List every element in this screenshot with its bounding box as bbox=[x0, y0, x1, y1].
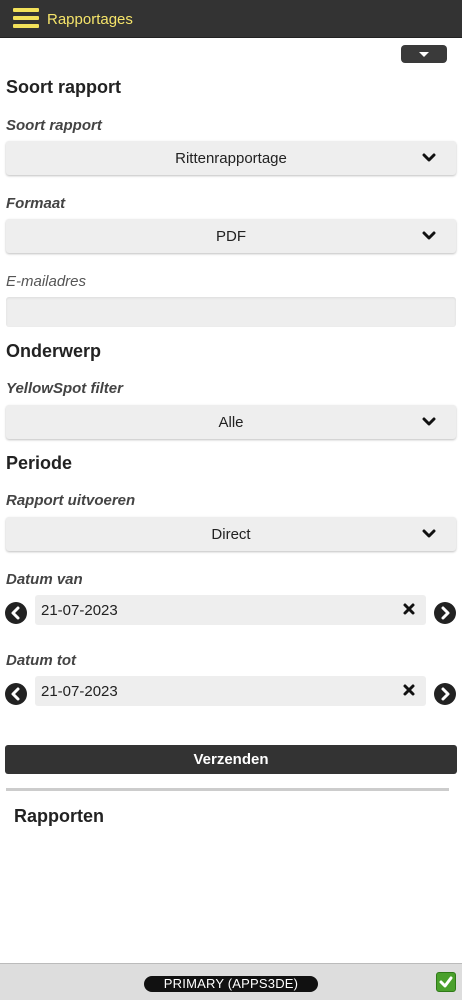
date-from-value: 21-07-2023 bbox=[41, 602, 118, 619]
date-to-field[interactable]: 21-07-2023 bbox=[35, 676, 426, 706]
yellowspot-filter-label: YellowSpot filter bbox=[6, 380, 123, 397]
email-label: E-mailadres bbox=[6, 273, 87, 290]
date-from-prev-button[interactable] bbox=[5, 602, 27, 624]
date-to-next-button[interactable] bbox=[434, 683, 456, 705]
reports-heading: Rapporten bbox=[14, 806, 104, 826]
yellowspot-filter-value: Alle bbox=[218, 414, 244, 431]
check-icon bbox=[436, 972, 456, 992]
chevron-down-icon bbox=[422, 529, 436, 538]
report-type-select[interactable]: Rittenrapportage bbox=[6, 141, 456, 175]
date-to-value: 21-07-2023 bbox=[41, 683, 118, 700]
chevron-down-icon bbox=[422, 417, 436, 426]
date-from-next-button[interactable] bbox=[434, 602, 456, 624]
report-type-value: Rittenrapportage bbox=[175, 150, 287, 167]
checkmark-glyph bbox=[439, 976, 453, 988]
chevron-left-icon bbox=[11, 687, 20, 701]
yellowspot-filter-select[interactable]: Alle bbox=[6, 405, 456, 439]
chevron-right-icon bbox=[441, 606, 450, 620]
collapse-toggle-button[interactable] bbox=[401, 45, 447, 63]
date-from-label: Datum van bbox=[6, 571, 83, 588]
server-badge: PRIMARY (APPS3DE) bbox=[144, 976, 318, 992]
date-to-prev-button[interactable] bbox=[5, 683, 27, 705]
chevron-down-icon bbox=[422, 153, 436, 162]
chevron-right-icon bbox=[441, 687, 450, 701]
send-button[interactable]: Verzenden bbox=[5, 745, 457, 774]
date-from-field[interactable]: 21-07-2023 bbox=[35, 595, 426, 625]
format-label: Formaat bbox=[6, 195, 66, 212]
section-heading-subject: Onderwerp bbox=[6, 341, 102, 361]
format-value: PDF bbox=[216, 228, 246, 245]
report-type-label: Soort rapport bbox=[6, 117, 102, 134]
format-select[interactable]: PDF bbox=[6, 219, 456, 253]
clear-icon[interactable] bbox=[402, 683, 416, 697]
status-footer: PRIMARY (APPS3DE) bbox=[0, 963, 462, 1000]
hamburger-icon[interactable] bbox=[13, 8, 39, 29]
section-heading-report-type: Soort rapport bbox=[6, 77, 121, 97]
clear-icon[interactable] bbox=[402, 602, 416, 616]
chevron-down-icon bbox=[422, 231, 436, 240]
run-report-value: Direct bbox=[211, 526, 251, 543]
section-divider bbox=[6, 788, 449, 791]
date-to-label: Datum tot bbox=[6, 652, 76, 669]
run-report-label: Rapport uitvoeren bbox=[6, 492, 136, 509]
email-field[interactable] bbox=[6, 297, 456, 327]
top-bar: Rapportages bbox=[0, 0, 462, 38]
chevron-left-icon bbox=[11, 606, 20, 620]
section-heading-period: Periode bbox=[6, 453, 73, 473]
page-title: Rapportages bbox=[47, 11, 133, 28]
run-report-select[interactable]: Direct bbox=[6, 517, 456, 551]
